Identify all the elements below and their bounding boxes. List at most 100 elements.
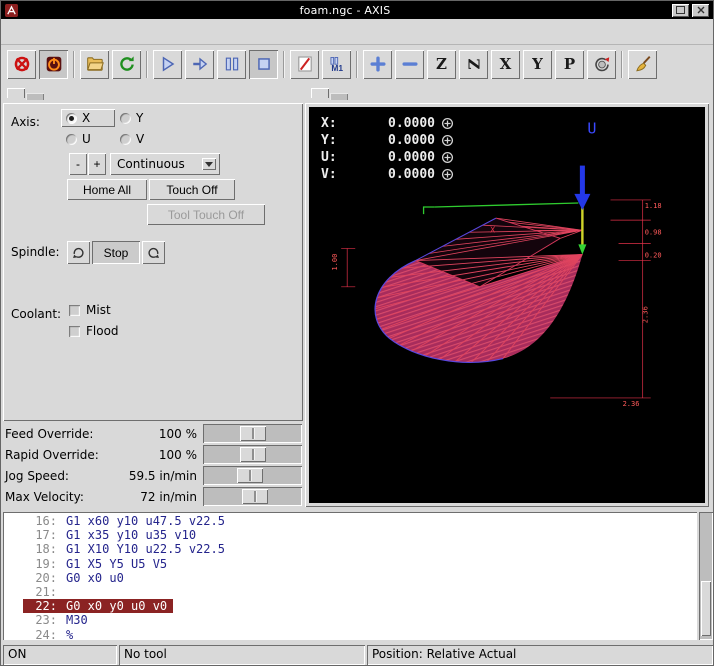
override-row: Jog Speed: 59.5 in/min bbox=[1, 465, 305, 486]
axis-radio-label: X bbox=[82, 111, 90, 125]
left-tabs bbox=[7, 83, 45, 104]
axis-radio[interactable]: Y bbox=[115, 109, 169, 127]
radio-indicator-icon bbox=[66, 113, 77, 124]
axis-radio-group: X Y U V bbox=[61, 109, 169, 148]
override-value: 100 % bbox=[89, 448, 197, 462]
home-all-button[interactable]: Home All bbox=[67, 179, 147, 200]
toolbar-separator bbox=[621, 51, 623, 78]
dim-label: 0.98 bbox=[645, 227, 662, 236]
preview-frame: U X 1.18 0.98 0.20 2.36 2.36 1.00 bbox=[305, 103, 709, 507]
reload-icon bbox=[118, 55, 136, 73]
slider-handle[interactable] bbox=[240, 426, 266, 441]
spindle-ccw-button[interactable] bbox=[67, 241, 90, 264]
skip-lines-icon bbox=[296, 55, 314, 73]
open-file-button[interactable] bbox=[80, 50, 109, 79]
close-button[interactable] bbox=[692, 4, 709, 17]
scrollbar-thumb[interactable] bbox=[701, 581, 711, 636]
gcode-line[interactable]: 18:G1 X10 Y10 u22.5 v22.5 bbox=[23, 542, 231, 556]
clear-plot-button[interactable] bbox=[628, 50, 657, 79]
touch-off-button[interactable]: Touch Off bbox=[149, 179, 235, 200]
stop-program-button[interactable] bbox=[249, 50, 278, 79]
tab[interactable] bbox=[330, 93, 348, 100]
view-front-button[interactable]: Y bbox=[523, 50, 552, 79]
override-slider[interactable] bbox=[203, 445, 302, 464]
override-value: 100 % bbox=[89, 427, 197, 441]
axis-position-icon bbox=[441, 151, 454, 164]
gcode-line[interactable]: 17:G1 x35 y10 u35 v10 bbox=[23, 528, 202, 542]
zoom-in-button[interactable] bbox=[363, 50, 392, 79]
dim-label: 1.18 bbox=[645, 201, 662, 210]
slider-handle[interactable] bbox=[237, 468, 263, 483]
preview-tabs bbox=[311, 83, 349, 104]
spindle-label: Spindle: bbox=[11, 245, 60, 259]
pause-program-button[interactable] bbox=[217, 50, 246, 79]
axis-position-icon bbox=[441, 168, 454, 181]
view-front-letter: Y bbox=[532, 55, 543, 73]
coolant-group: Mist Flood bbox=[69, 303, 119, 338]
dro-row: V: 0.0000 bbox=[321, 166, 454, 183]
toolbar-separator bbox=[356, 51, 358, 78]
axis-radio[interactable]: X bbox=[61, 109, 115, 127]
gcode-scrollbar[interactable] bbox=[699, 512, 713, 640]
menubar bbox=[1, 19, 713, 45]
rotate-view-button[interactable] bbox=[587, 50, 616, 79]
tab[interactable] bbox=[311, 88, 329, 98]
estop-button[interactable] bbox=[7, 50, 36, 79]
zoom-out-button[interactable] bbox=[395, 50, 424, 79]
override-slider[interactable] bbox=[203, 424, 302, 443]
override-row: Feed Override: 100 % bbox=[1, 423, 305, 444]
spindle-stop-button[interactable]: Stop bbox=[92, 241, 140, 264]
preview-canvas[interactable]: U X 1.18 0.98 0.20 2.36 2.36 1.00 bbox=[309, 107, 705, 503]
gcode-line[interactable]: 22:G0 x0 y0 u0 v0 bbox=[23, 599, 173, 613]
machine-power-button[interactable] bbox=[39, 50, 68, 79]
gcode-line[interactable]: 24:% bbox=[23, 628, 79, 640]
gcode-listing[interactable]: 16:G1 x60 y10 u47.5 v22.517:G1 x35 y10 u… bbox=[3, 512, 697, 640]
manual-tab-panel: Axis: X Y U V - + bbox=[3, 103, 303, 421]
jog-minus-button[interactable]: - bbox=[69, 153, 87, 175]
gcode-line[interactable]: 19:G1 X5 Y5 U5 V5 bbox=[23, 557, 173, 571]
skip-optional-lines-button[interactable] bbox=[290, 50, 319, 79]
window-title: foam.ngc - AXIS bbox=[18, 4, 672, 17]
view-rotated-top-button[interactable]: Z bbox=[459, 50, 488, 79]
dim-label: 2.36 bbox=[623, 399, 640, 408]
axis-radio[interactable]: V bbox=[115, 130, 169, 148]
jog-plus-button[interactable]: + bbox=[88, 153, 106, 175]
view-side-letter: X bbox=[500, 55, 512, 73]
reload-file-button[interactable] bbox=[112, 50, 141, 79]
optional-pause-m1-button[interactable]: M1 bbox=[322, 50, 351, 79]
toolbar-separator bbox=[283, 51, 285, 78]
checkbox-icon bbox=[69, 326, 80, 337]
dro-axis-value: 0.0000 bbox=[349, 116, 435, 131]
gcode-line[interactable]: 20:G0 x0 u0 bbox=[23, 571, 130, 585]
maximize-button[interactable] bbox=[672, 4, 689, 17]
view-side-button[interactable]: X bbox=[491, 50, 520, 79]
gcode-line-text: G1 x60 y10 u47.5 v22.5 bbox=[66, 514, 225, 528]
spindle-ccw-icon bbox=[71, 245, 86, 260]
gcode-line-number: 23: bbox=[27, 613, 57, 627]
axis-radio[interactable]: U bbox=[61, 130, 115, 148]
zoom-in-icon bbox=[369, 55, 387, 73]
run-next-line-button[interactable] bbox=[185, 50, 214, 79]
gcode-line[interactable]: 21: bbox=[23, 585, 72, 599]
view-top-button[interactable]: Z bbox=[427, 50, 456, 79]
slider-handle[interactable] bbox=[242, 489, 268, 504]
gcode-line[interactable]: 16:G1 x60 y10 u47.5 v22.5 bbox=[23, 514, 231, 528]
titlebar[interactable]: foam.ngc - AXIS bbox=[1, 1, 713, 19]
override-slider[interactable] bbox=[203, 487, 302, 506]
coolant-checkbox[interactable]: Flood bbox=[69, 324, 119, 338]
tool-touch-off-button: Tool Touch Off bbox=[147, 204, 265, 225]
view-perspective-button[interactable]: P bbox=[555, 50, 584, 79]
jog-mode-dropdown[interactable]: Continuous bbox=[110, 153, 220, 175]
dim-label: 0.20 bbox=[645, 251, 662, 260]
tab[interactable] bbox=[26, 93, 44, 100]
override-slider[interactable] bbox=[203, 466, 302, 485]
axis-radio-label: Y bbox=[136, 111, 143, 125]
slider-handle[interactable] bbox=[240, 447, 266, 462]
run-program-button[interactable] bbox=[153, 50, 182, 79]
gcode-line[interactable]: 23:M30 bbox=[23, 613, 94, 627]
dro-readout: X: 0.0000 Y: 0.0000 bbox=[321, 115, 454, 183]
spindle-cw-button[interactable] bbox=[142, 241, 165, 264]
dro-axis-label: Y: bbox=[321, 133, 349, 148]
coolant-checkbox[interactable]: Mist bbox=[69, 303, 119, 317]
tab[interactable] bbox=[7, 88, 25, 98]
